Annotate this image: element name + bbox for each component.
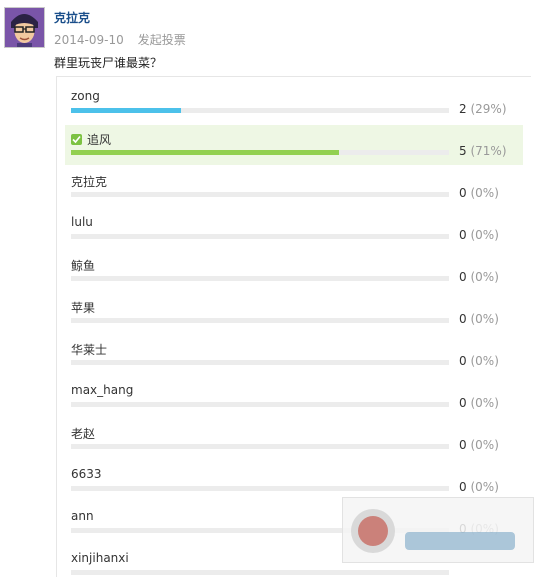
poll-option-label-row: 华莱士: [71, 341, 107, 358]
poll-question: 群里玩丧尸谁最菜？: [54, 56, 163, 70]
poll-vote-percent: (71%): [470, 144, 507, 158]
poll-vote-percent: (0%): [470, 312, 499, 326]
poll-vote-percent: (0%): [470, 396, 499, 410]
poll-option-label-row: 追风: [71, 131, 111, 148]
poll-vote-percent: (0%): [470, 186, 499, 200]
poll-option-result: 0 (0%): [459, 186, 499, 200]
poll-option[interactable]: lulu 0 (0%): [65, 209, 523, 249]
poll-bar-track: [71, 234, 449, 239]
poll-option-label-row: ann: [71, 509, 94, 523]
poll-option[interactable]: 克拉克 0 (0%): [65, 167, 523, 207]
poll-option-label: 6633: [71, 467, 102, 481]
poll-bar-fill: [71, 108, 181, 113]
poll-vote-percent: (0%): [470, 228, 499, 242]
poll-option-label-row: 苹果: [71, 299, 95, 316]
poll-bar-track: [71, 444, 449, 449]
poll-vote-percent: (0%): [470, 438, 499, 452]
poll-vote-count: 5: [459, 144, 467, 158]
poll-option-label-row: 鲸鱼: [71, 257, 95, 274]
poll-option[interactable]: 鲸鱼 0 (0%): [65, 251, 523, 291]
watermark-logo: [342, 497, 534, 563]
poll-vote-count: 0: [459, 396, 467, 410]
poll-option-label: zong: [71, 89, 100, 103]
poll-vote-count: 0: [459, 270, 467, 284]
poll-option-result: 0 (0%): [459, 312, 499, 326]
poll-option-label: 鲸鱼: [71, 259, 96, 273]
poll-vote-count: 0: [459, 354, 467, 368]
poll-option-label: 追风: [87, 133, 112, 147]
poll-option-label: 华莱士: [71, 343, 108, 357]
poll-bar-track: [71, 360, 449, 365]
poll-vote-count: 0: [459, 480, 467, 494]
poll-option-result: 0 (0%): [459, 228, 499, 242]
watermark-graphic: [351, 509, 515, 553]
poll-option-label-row: 克拉克: [71, 173, 107, 190]
poll-option-label: 苹果: [71, 301, 96, 315]
poll-vote-percent: (29%): [470, 102, 507, 116]
poll-vote-percent: (0%): [470, 354, 499, 368]
poll-option-label: max_hang: [71, 383, 134, 397]
poll-option[interactable]: 追风 5 (71%): [65, 125, 523, 165]
poll-option-label-row: 老赵: [71, 425, 95, 442]
poll-bar-track: [71, 108, 449, 113]
poll-vote-count: 2: [459, 102, 467, 116]
poll-vote-count: 0: [459, 438, 467, 452]
poll-vote-count: 0: [459, 228, 467, 242]
poll-option[interactable]: 苹果 0 (0%): [65, 293, 523, 333]
poll-option-label-row: xinjihanxi: [71, 551, 129, 565]
poll-vote-percent: (0%): [470, 480, 499, 494]
poll-option-label: ann: [71, 509, 94, 523]
poll-option[interactable]: 6633 0 (0%): [65, 461, 523, 501]
username-link[interactable]: 克拉克: [54, 9, 90, 26]
avatar[interactable]: [4, 7, 45, 48]
poll-bar-track: [71, 276, 449, 281]
poll-option-label-row: lulu: [71, 215, 93, 229]
poll-vote-count: 0: [459, 186, 467, 200]
poll-option-label: 老赵: [71, 427, 96, 441]
poll-option-label-row: max_hang: [71, 383, 133, 397]
post-meta: 2014-09-10 发起投票: [54, 31, 186, 48]
checkmark-icon: [71, 134, 82, 145]
post-date: 2014-09-10: [54, 33, 124, 47]
poll-option[interactable]: max_hang 0 (0%): [65, 377, 523, 417]
poll-option-label-row: zong: [71, 89, 100, 103]
poll-option-result: 5 (71%): [459, 144, 507, 158]
poll-bar-track: [71, 402, 449, 407]
poll-bar-track: [71, 486, 449, 491]
poll-option[interactable]: 华莱士 0 (0%): [65, 335, 523, 375]
poll-option-label: 克拉克: [71, 175, 108, 189]
avatar-image: [5, 8, 44, 47]
poll-bar-track: [71, 318, 449, 323]
poll-vote-count: 0: [459, 312, 467, 326]
poll-bar-fill: [71, 150, 340, 155]
poll-option-result: 0 (0%): [459, 354, 499, 368]
poll-option-result: 0 (0%): [459, 480, 499, 494]
poll-option-result: 0 (0%): [459, 438, 499, 452]
poll-option[interactable]: zong 2 (29%): [65, 83, 523, 123]
poll-option[interactable]: 老赵 0 (0%): [65, 419, 523, 459]
poll-option-result: 0 (0%): [459, 396, 499, 410]
poll-bar-track: [71, 192, 449, 197]
poll-option-result: 0 (0%): [459, 270, 499, 284]
poll-option-label-row: 6633: [71, 467, 102, 481]
poll-option-result: 2 (29%): [459, 102, 507, 116]
post-action: 发起投票: [137, 33, 186, 47]
poll-bar-track: [71, 150, 449, 155]
poll-vote-percent: (0%): [470, 270, 499, 284]
poll-bar-track: [71, 570, 449, 575]
poll-option-label: lulu: [71, 215, 93, 229]
poll-option-label: xinjihanxi: [71, 551, 129, 565]
